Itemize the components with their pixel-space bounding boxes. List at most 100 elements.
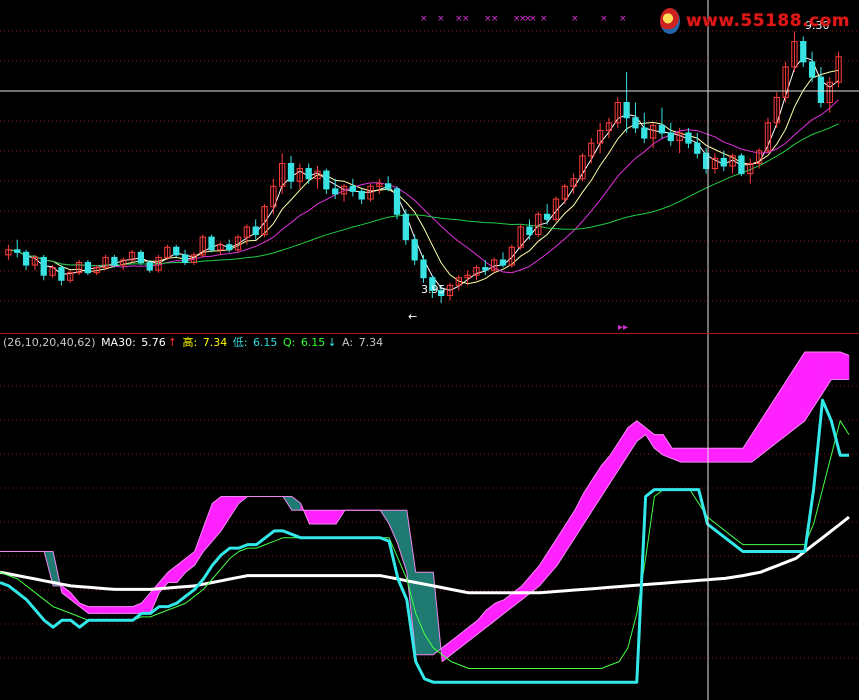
candle-body (226, 244, 233, 251)
candle-body (738, 155, 745, 175)
candle-body (667, 132, 674, 142)
indicator-band-segment (804, 351, 814, 422)
indicator-band-segment (716, 448, 726, 463)
ma-line (8, 69, 839, 285)
indicator-band-segment (813, 351, 823, 408)
candle-body (808, 61, 816, 78)
candle-body (632, 117, 639, 129)
candle-body (694, 142, 701, 154)
site-logo: www.55188.com (660, 6, 850, 36)
a-label: A: (342, 336, 354, 349)
indicator-band-segment (220, 496, 231, 532)
candle-body (323, 170, 330, 190)
panel-scroll-icon: ▸▸ (618, 322, 628, 333)
candle-body (720, 157, 727, 167)
chart-stage: × × × × × × ×××× × × × × 9.30 3.95 ← ▸▸ (0, 0, 859, 700)
indicator-band-segment (105, 606, 116, 614)
indicator-band-segment (167, 564, 178, 583)
candle-body (623, 102, 630, 119)
logo-text: www.55188.com (685, 11, 850, 31)
indicator-band-segment (203, 503, 213, 553)
ma30-value: 5.76 (141, 336, 166, 349)
indicator-band-segment (88, 606, 98, 614)
candle-body (146, 262, 153, 271)
a-value: 7.34 (358, 336, 384, 349)
indicator-band-segment (839, 351, 850, 380)
indicator-band-segment (778, 378, 788, 442)
signal-markers: × × × × × × ×××× × × × × (420, 14, 627, 24)
candle-body (526, 226, 533, 236)
ma-line (8, 123, 839, 267)
candle-body (800, 41, 807, 63)
candle-body (84, 262, 92, 274)
candle-body (641, 127, 648, 139)
indicator-band-segment (831, 351, 841, 380)
candle-body (111, 256, 118, 266)
indicator-band-segment (318, 509, 328, 525)
ma30-label: MA30: (101, 336, 136, 349)
indicator-band-segment (123, 606, 133, 614)
candle-body (499, 259, 507, 266)
signal-marker-icon: × (600, 14, 608, 24)
candle-body (402, 213, 409, 241)
high-value: 7.34 (202, 336, 228, 349)
candle-body (385, 183, 392, 190)
candle-body (411, 239, 418, 261)
indicator-band-segment (786, 364, 797, 436)
indicator-band-segment (141, 592, 151, 614)
low-label: 低: (232, 336, 248, 349)
indicator-band-segment (530, 564, 540, 594)
candle-body (543, 213, 551, 220)
candle-body (58, 267, 65, 281)
logo-mark-icon (660, 8, 680, 34)
signal-marker-icon: × (491, 14, 499, 24)
indicator-status-bar: (26,10,20,40,62) MA30: 5.76 ↑ 高: 7.34 低: … (3, 336, 385, 350)
low-value: 6.15 (252, 336, 278, 349)
signal-marker-icon: × (437, 14, 445, 24)
indicator-band-segment (742, 433, 752, 463)
signal-marker-icon: × (529, 14, 537, 24)
candle-body (173, 246, 180, 256)
indicator-band-segment (707, 448, 717, 463)
candle-body (181, 254, 189, 264)
candle-body (482, 267, 489, 271)
candle-body (137, 251, 145, 264)
ma-line (8, 99, 839, 274)
candle-body (332, 188, 339, 195)
down-arrow-icon: ↓ (327, 336, 337, 349)
candle-body (658, 124, 666, 134)
indicator-band-segment (212, 495, 222, 542)
candle-body (817, 76, 825, 104)
low-arrow-icon: ← (408, 310, 417, 323)
candle-body (393, 188, 401, 215)
candle-body (287, 162, 295, 182)
indicator-band-segment (724, 448, 735, 463)
candle-body (685, 132, 692, 144)
indicator-band-segment (229, 496, 240, 518)
indicator-band-segment (61, 585, 71, 601)
indicator-band-segment (769, 392, 779, 449)
indicator-band-segment (397, 509, 408, 573)
indicator-band-segment (291, 495, 301, 511)
indicator-bands (43, 351, 850, 663)
up-arrow-icon: ↑ (167, 336, 177, 349)
indicator-band-segment (733, 448, 744, 463)
candle-body (420, 259, 427, 279)
indicator-band-segment (97, 606, 107, 614)
signal-marker-icon: × (571, 14, 579, 24)
high-label: 高: (182, 336, 198, 349)
indicator-band-segment (194, 527, 204, 567)
indicator-band-segment (680, 448, 691, 463)
candle-body (358, 190, 365, 200)
q-value: 6.15 (300, 336, 326, 349)
candle-body (40, 256, 47, 276)
indicator-band-segment (698, 448, 708, 463)
low-annotation: 3.95 (421, 283, 446, 296)
candle-body (305, 168, 312, 180)
signal-marker-icon: × (540, 14, 548, 24)
candle-body (208, 236, 215, 251)
q-label: Q: (282, 336, 296, 349)
candle-body (14, 249, 21, 253)
candle-body (22, 251, 30, 266)
indicator-band-segment (326, 509, 337, 525)
